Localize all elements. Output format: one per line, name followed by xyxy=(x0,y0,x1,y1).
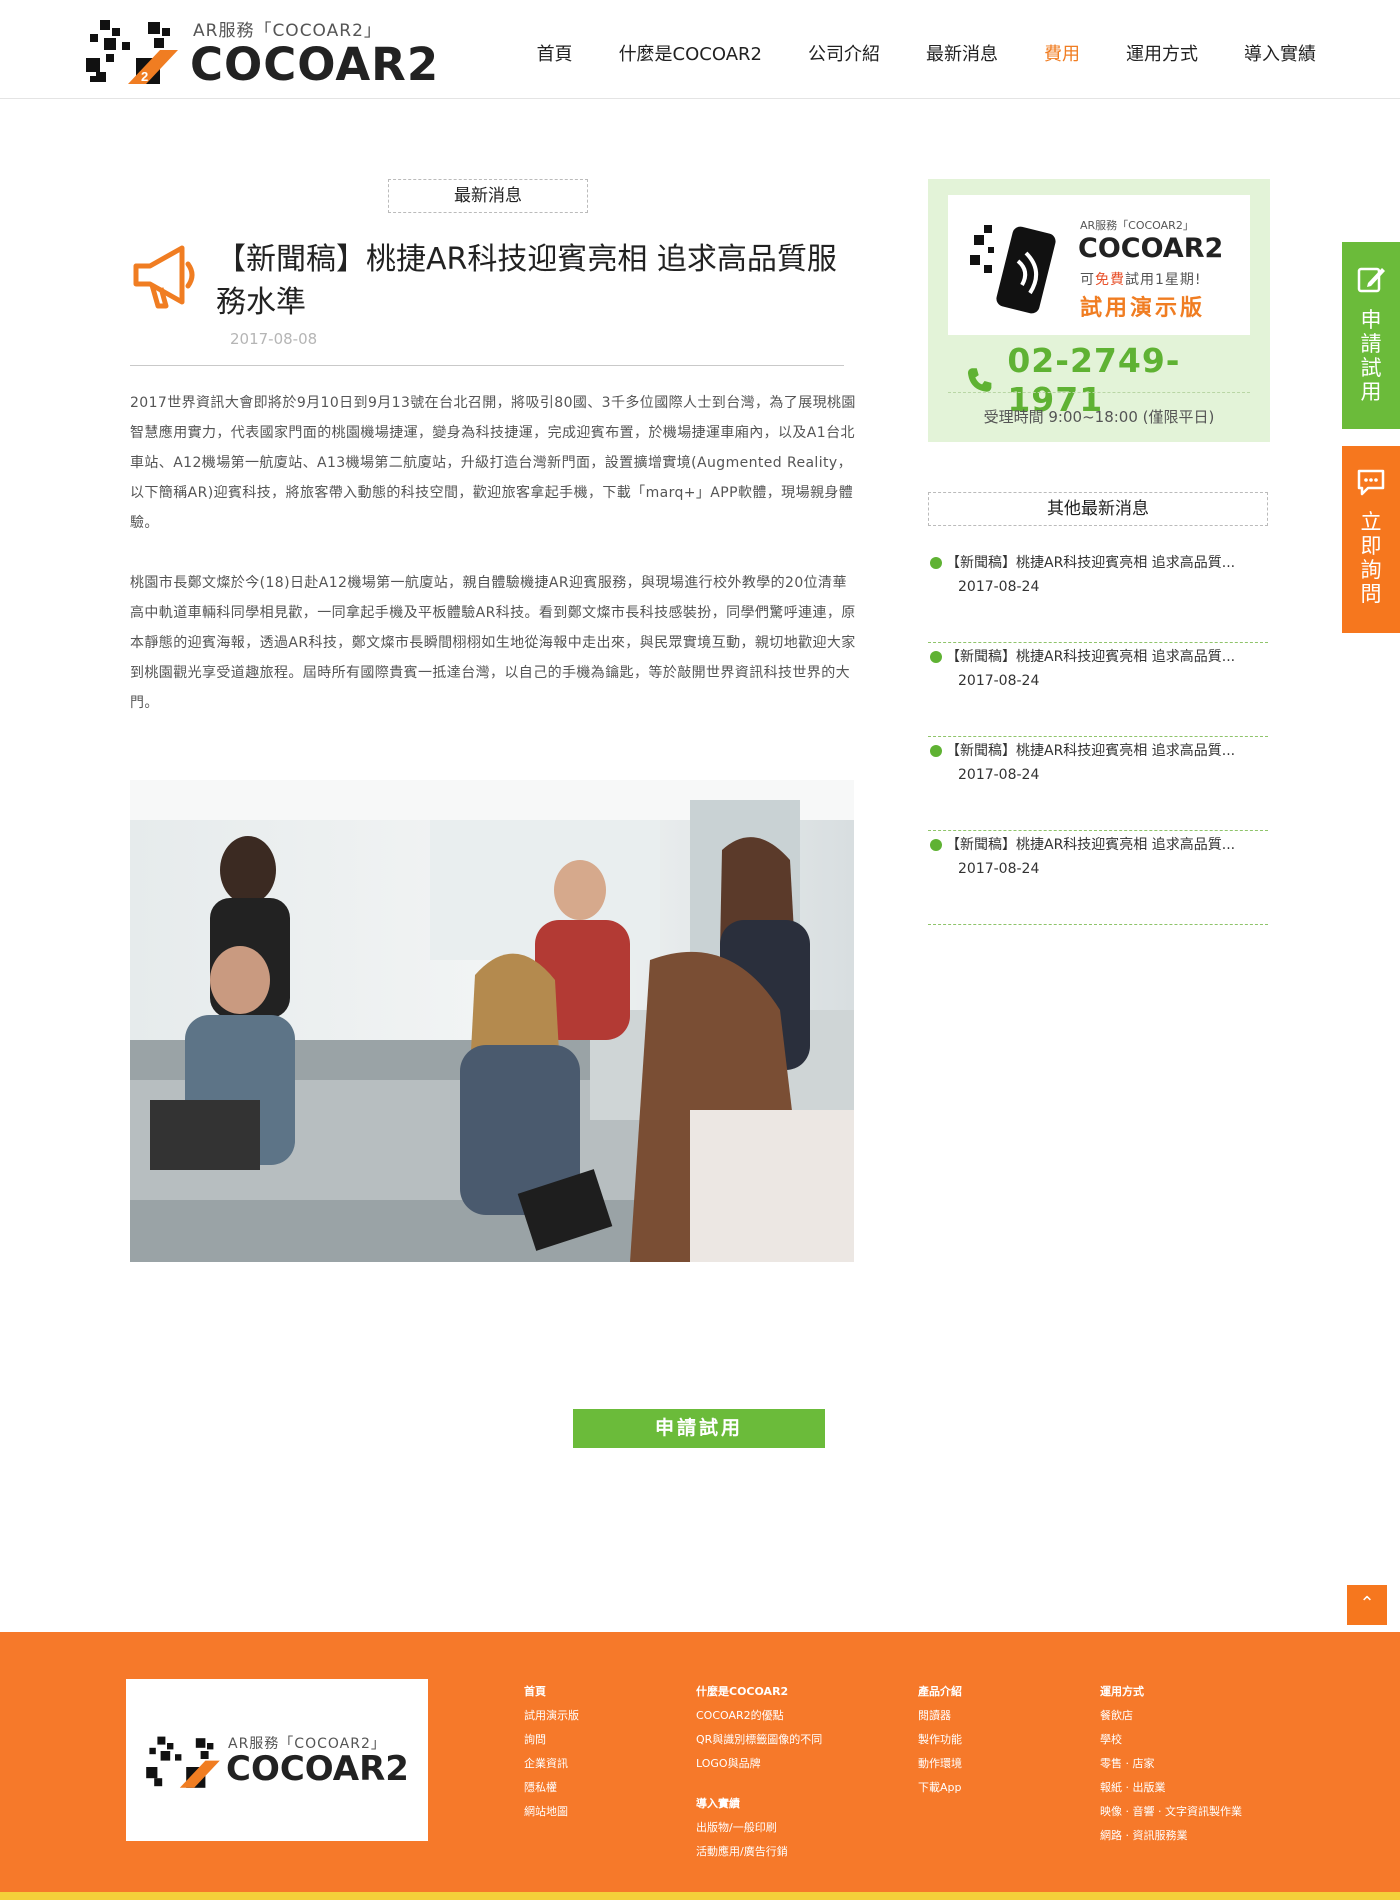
category-label: 最新消息 xyxy=(388,179,588,213)
footer-link[interactable]: QR與識別標籤圖像的不同 xyxy=(696,1728,822,1752)
site-header: 2 AR服務「COCOAR2」 COCOAR2 首頁 什麼是COCOAR2 公司… xyxy=(0,0,1400,99)
news-item-title: 【新聞稿】桃捷AR科技迎賓亮相 追求高品質... xyxy=(946,555,1236,571)
promo-demo-label: 試用演示版 xyxy=(1080,296,1206,321)
article-paragraph: 2017世界資訊大會即將於9月10日到9月13號在台北召開，將吸引80國、3千多… xyxy=(130,395,856,531)
smartphone-ar-icon xyxy=(970,225,1056,314)
cocoar-logo-mark-icon: 2 xyxy=(86,20,178,84)
promo-card: AR服務「COCOAR2」 COCOAR2 可免費試用1星期! 試用演示版 xyxy=(948,195,1250,335)
footer-column-products: 產品介紹 閱讀器 製作功能 動作環境 下載App xyxy=(918,1680,962,1800)
side-tab-apply-label: 申請試用 xyxy=(1360,308,1382,404)
nav-home[interactable]: 首頁 xyxy=(537,40,573,66)
footer-link[interactable]: 製作功能 xyxy=(918,1728,962,1752)
footer-link[interactable]: 映像 · 音響 · 文字資訊製作業 xyxy=(1100,1800,1242,1824)
nav-what-is-cocoar2[interactable]: 什麼是COCOAR2 xyxy=(619,40,762,66)
nav-company[interactable]: 公司介紹 xyxy=(808,40,880,66)
megaphone-icon xyxy=(133,245,195,309)
site-logo[interactable]: 2 AR服務「COCOAR2」 COCOAR2 xyxy=(86,16,438,91)
side-tab-inquiry-label: 立即詢問 xyxy=(1360,510,1382,606)
footer-link[interactable]: LOGO與品牌 xyxy=(696,1752,822,1776)
bullet-dot-icon xyxy=(930,745,942,757)
news-item-date: 2017-08-24 xyxy=(958,673,1040,689)
edit-note-icon xyxy=(1357,267,1385,293)
apply-trial-button[interactable]: 申請試用 xyxy=(573,1409,825,1448)
bullet-dot-icon xyxy=(930,557,942,569)
main-nav: 首頁 什麼是COCOAR2 公司介紹 最新消息 費用 運用方式 導入實績 xyxy=(491,40,1316,66)
footer-link[interactable]: 什麼是COCOAR2 xyxy=(696,1680,822,1704)
footer-column-site: 首頁 試用演示版 詢問 企業資訊 隱私權 網站地圖 xyxy=(524,1680,579,1824)
footer-link[interactable]: 零售 · 店家 xyxy=(1100,1752,1242,1776)
footer-logo[interactable]: AR服務「COCOAR2」 COCOAR2 xyxy=(126,1679,428,1841)
bullet-dot-icon xyxy=(930,839,942,851)
footer-link[interactable]: 學校 xyxy=(1100,1728,1242,1752)
promo-divider xyxy=(948,392,1250,393)
news-list-item[interactable]: 【新聞稿】桃捷AR科技迎賓亮相 追求高品質... 2017-08-24 xyxy=(928,549,1268,643)
footer-link[interactable]: 首頁 xyxy=(524,1680,579,1704)
footer-link[interactable]: 導入實績 xyxy=(696,1792,822,1816)
news-item-title: 【新聞稿】桃捷AR科技迎賓亮相 追求高品質... xyxy=(946,837,1236,853)
footer-link[interactable]: 閱讀器 xyxy=(918,1704,962,1728)
news-item-title: 【新聞稿】桃捷AR科技迎賓亮相 追求高品質... xyxy=(946,649,1236,665)
footer-column-usage: 運用方式 餐飲店 學校 零售 · 店家 報紙 · 出版業 映像 · 音響 · 文… xyxy=(1100,1680,1242,1848)
article-paragraph: 桃園市長鄭文燦於今(18)日赴A12機場第一航廈站，親自體驗機捷AR迎賓服務，與… xyxy=(130,575,856,711)
news-item-title: 【新聞稿】桃捷AR科技迎賓亮相 追求高品質... xyxy=(946,743,1236,759)
footer-link[interactable]: 試用演示版 xyxy=(524,1704,579,1728)
phone-icon xyxy=(967,368,992,392)
footer-link[interactable]: 下載App xyxy=(918,1776,962,1800)
article-photo xyxy=(130,780,854,1262)
footer-link[interactable]: 網路 · 資訊服務業 xyxy=(1100,1824,1242,1848)
back-to-top-button[interactable]: ⌃ xyxy=(1347,1585,1387,1625)
news-list-item[interactable]: 【新聞稿】桃捷AR科技迎賓亮相 追求高品質... 2017-08-24 xyxy=(928,831,1268,925)
site-footer: AR服務「COCOAR2」 COCOAR2 首頁 試用演示版 詢問 企業資訊 隱… xyxy=(0,1632,1400,1900)
nav-news[interactable]: 最新消息 xyxy=(926,40,998,66)
footer-link[interactable]: 報紙 · 出版業 xyxy=(1100,1776,1242,1800)
article-title: 【新聞稿】桃捷AR科技迎賓亮相 追求高品質服務水準 xyxy=(216,242,837,320)
chevron-up-icon: ⌃ xyxy=(1359,1593,1375,1614)
news-item-date: 2017-08-24 xyxy=(958,861,1040,877)
news-list-item[interactable]: 【新聞稿】桃捷AR科技迎賓亮相 追求高品質... 2017-08-24 xyxy=(928,643,1268,737)
footer-gap xyxy=(696,1776,822,1792)
chat-bubble-icon xyxy=(1357,469,1385,496)
other-news-label: 其他最新消息 xyxy=(928,492,1268,526)
footer-link[interactable]: 活動應用/廣告行銷 xyxy=(696,1840,822,1864)
promo-hours: 受理時間 9:00~18:00 (僅限平日) xyxy=(983,408,1215,426)
footer-link[interactable]: 運用方式 xyxy=(1100,1680,1242,1704)
side-tab-apply-trial[interactable]: 申請試用 xyxy=(1342,242,1400,429)
trial-promo-banner[interactable]: AR服務「COCOAR2」 COCOAR2 可免費試用1星期! 試用演示版 02… xyxy=(928,179,1270,442)
footer-column-about: 什麼是COCOAR2 COCOAR2的優點 QR與識別標籤圖像的不同 LOGO與… xyxy=(696,1680,822,1864)
footer-link[interactable]: 企業資訊 xyxy=(524,1752,579,1776)
promo-brand: COCOAR2 xyxy=(1078,233,1224,264)
footer-link[interactable]: 詢問 xyxy=(524,1728,579,1752)
cocoar-logo-mark-icon xyxy=(146,1736,220,1788)
logo-title: COCOAR2 xyxy=(190,38,440,91)
article-date: 2017-08-08 xyxy=(230,330,318,348)
footer-link[interactable]: 產品介紹 xyxy=(918,1680,962,1704)
footer-link[interactable]: 出版物/一般印刷 xyxy=(696,1816,822,1840)
news-item-date: 2017-08-24 xyxy=(958,579,1040,595)
footer-link[interactable]: 網站地圖 xyxy=(524,1800,579,1824)
footer-accent-bar xyxy=(0,1892,1400,1900)
title-divider xyxy=(130,365,844,366)
news-item-date: 2017-08-24 xyxy=(958,767,1040,783)
footer-link[interactable]: 動作環境 xyxy=(918,1752,962,1776)
nav-pricing[interactable]: 費用 xyxy=(1044,40,1080,66)
promo-free-trial: 可免費試用1星期! xyxy=(1080,272,1202,288)
svg-text:2: 2 xyxy=(141,69,148,84)
bullet-dot-icon xyxy=(930,651,942,663)
footer-link[interactable]: 隱私權 xyxy=(524,1776,579,1800)
nav-case-studies[interactable]: 導入實績 xyxy=(1244,40,1316,66)
footer-link[interactable]: COCOAR2的優點 xyxy=(696,1704,822,1728)
footer-logo-title: COCOAR2 xyxy=(226,1749,409,1789)
news-list-item[interactable]: 【新聞稿】桃捷AR科技迎賓亮相 追求高品質... 2017-08-24 xyxy=(928,737,1268,831)
promo-subtitle: AR服務「COCOAR2」 xyxy=(1080,219,1194,232)
side-tab-inquiry[interactable]: 立即詢問 xyxy=(1342,446,1400,633)
footer-link[interactable]: 餐飲店 xyxy=(1100,1704,1242,1728)
nav-usage[interactable]: 運用方式 xyxy=(1126,40,1198,66)
